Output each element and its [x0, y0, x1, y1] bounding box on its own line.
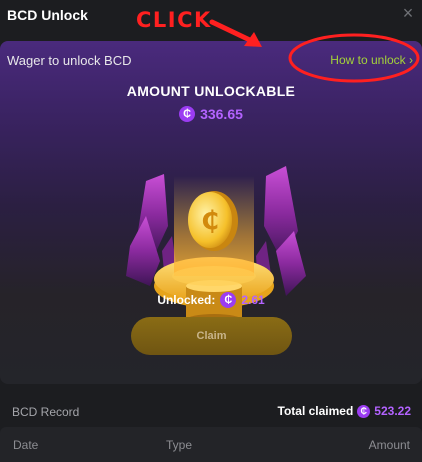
amount-unlockable-row: ₵ 336.65 [0, 106, 422, 122]
bcd-coin-icon: ₵ [179, 106, 196, 122]
unlock-card: Wager to unlock BCD How to unlock › AMOU… [0, 41, 422, 384]
unlocked-value: 2.61 [241, 293, 265, 307]
total-claimed-label: Total claimed [277, 404, 354, 418]
column-header-type[interactable]: Type [166, 438, 192, 452]
record-table-header: Date Type Amount [0, 427, 422, 462]
claim-button[interactable]: Claim [131, 317, 292, 355]
bcd-coin-icon: ₵ [220, 292, 237, 308]
unlocked-row: Unlocked: ₵ 2.61 [0, 292, 422, 308]
column-header-date[interactable]: Date [13, 438, 38, 452]
how-to-unlock-link[interactable]: How to unlock › [330, 53, 413, 67]
close-icon[interactable]: × [399, 4, 417, 22]
column-header-amount[interactable]: Amount [369, 438, 410, 452]
modal-title: BCD Unlock [7, 7, 88, 23]
amount-unlockable-title: AMOUNT UNLOCKABLE [126, 83, 296, 99]
svg-text:₵: ₵ [201, 206, 219, 236]
amount-unlockable-value: 336.65 [200, 106, 243, 122]
bcd-record-label: BCD Record [12, 405, 80, 419]
total-claimed: Total claimed ₵ 523.22 [278, 404, 412, 418]
click-annotation-text: CLICK [136, 8, 212, 32]
total-claimed-value: 523.22 [374, 404, 411, 418]
unlocked-label: Unlocked: [157, 293, 216, 307]
card-subtitle: Wager to unlock BCD [7, 53, 132, 68]
bcd-coin-icon: ₵ [357, 404, 371, 418]
